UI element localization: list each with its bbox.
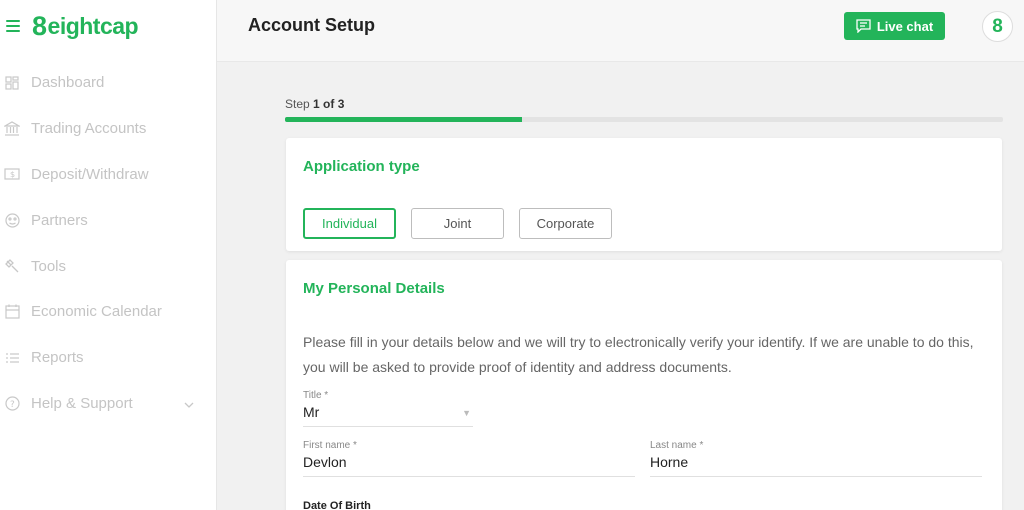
sidebar-item-dashboard[interactable]: Dashboard	[0, 60, 216, 106]
help-icon: ?	[4, 395, 20, 411]
sidebar-item-label: Partners	[31, 211, 88, 229]
title-select[interactable]: Mr ▼	[303, 404, 473, 427]
chat-icon	[856, 19, 871, 33]
first-name-field: First name *	[303, 440, 635, 477]
personal-details-card: My Personal Details Please fill in your …	[286, 260, 1002, 510]
dashboard-icon	[4, 75, 20, 91]
individual-button[interactable]: Individual	[303, 208, 396, 239]
sidebar-item-label: Deposit/Withdraw	[31, 165, 149, 183]
list-icon	[4, 350, 20, 366]
partners-icon	[4, 212, 20, 228]
sidebar-item-trading-accounts[interactable]: Trading Accounts	[0, 106, 216, 152]
title-select-value: Mr	[303, 404, 320, 420]
live-chat-label: Live chat	[876, 18, 934, 34]
dob-label: Date Of Birth	[303, 500, 371, 510]
sidebar-item-label: Trading Accounts	[31, 120, 147, 138]
step-prefix: Step	[285, 97, 310, 111]
logo-text: eightcap	[47, 12, 139, 39]
sidebar-item-economic-calendar[interactable]: Economic Calendar	[0, 289, 216, 335]
title-field-label: Title *	[303, 390, 329, 401]
sidebar-item-label: Help & Support	[31, 394, 133, 412]
svg-text:?: ?	[10, 400, 15, 410]
dropdown-arrow-icon: ▼	[462, 408, 471, 418]
calendar-icon	[4, 304, 20, 320]
application-type-card: Application type Individual Joint Corpor…	[286, 138, 1002, 251]
last-name-input[interactable]	[650, 454, 982, 470]
step-progress-fill	[285, 117, 522, 122]
eightcap-logo[interactable]: 8 eightcap	[32, 10, 139, 42]
sidebar-item-deposit-withdraw[interactable]: $ Deposit/Withdraw	[0, 152, 216, 198]
sidebar-item-label: Economic Calendar	[31, 303, 162, 321]
chevron-down-icon[interactable]	[184, 395, 194, 412]
step-count: 1 of 3	[313, 97, 345, 111]
money-icon: $	[4, 166, 20, 182]
sidebar-nav: Dashboard Trading Accounts $ Deposit/Wit…	[0, 60, 216, 426]
sidebar-item-partners[interactable]: Partners	[0, 197, 216, 243]
sidebar-item-help-support[interactable]: ? Help & Support	[0, 381, 216, 427]
step-progress-bar	[285, 117, 1003, 122]
last-name-label: Last name *	[650, 440, 704, 451]
sidebar-item-label: Tools	[31, 257, 67, 275]
personal-details-title: My Personal Details	[303, 280, 445, 297]
joint-button[interactable]: Joint	[411, 208, 504, 239]
first-name-input[interactable]	[303, 454, 635, 470]
sidebar-item-label: Dashboard	[31, 74, 105, 92]
sidebar-item-label: Reports	[31, 349, 84, 367]
logo-digit: 8	[32, 10, 47, 41]
first-name-label: First name *	[303, 440, 357, 451]
sidebar-item-reports[interactable]: Reports	[0, 335, 216, 381]
svg-text:$: $	[10, 170, 15, 179]
brand: 8 eightcap	[6, 10, 139, 42]
wrench-icon	[4, 258, 20, 274]
page-title: Account Setup	[248, 15, 376, 35]
live-chat-button[interactable]: Live chat	[844, 12, 945, 40]
avatar[interactable]: 8	[982, 11, 1013, 42]
top-header: Account Setup Live chat 8	[217, 0, 1024, 62]
bank-icon	[4, 121, 20, 137]
menu-icon[interactable]	[6, 20, 20, 32]
sidebar: 8 eightcap Dashboard Trading Accounts $ …	[0, 0, 217, 510]
last-name-field: Last name *	[650, 440, 982, 477]
title-field: Title * Mr ▼	[303, 390, 473, 427]
step-indicator: Step 1 of 3	[285, 97, 344, 111]
corporate-button[interactable]: Corporate	[519, 208, 612, 239]
personal-details-description: Please fill in your details below and we…	[303, 334, 974, 375]
application-type-title: Application type	[303, 158, 420, 175]
sidebar-item-tools[interactable]: Tools	[0, 243, 216, 289]
